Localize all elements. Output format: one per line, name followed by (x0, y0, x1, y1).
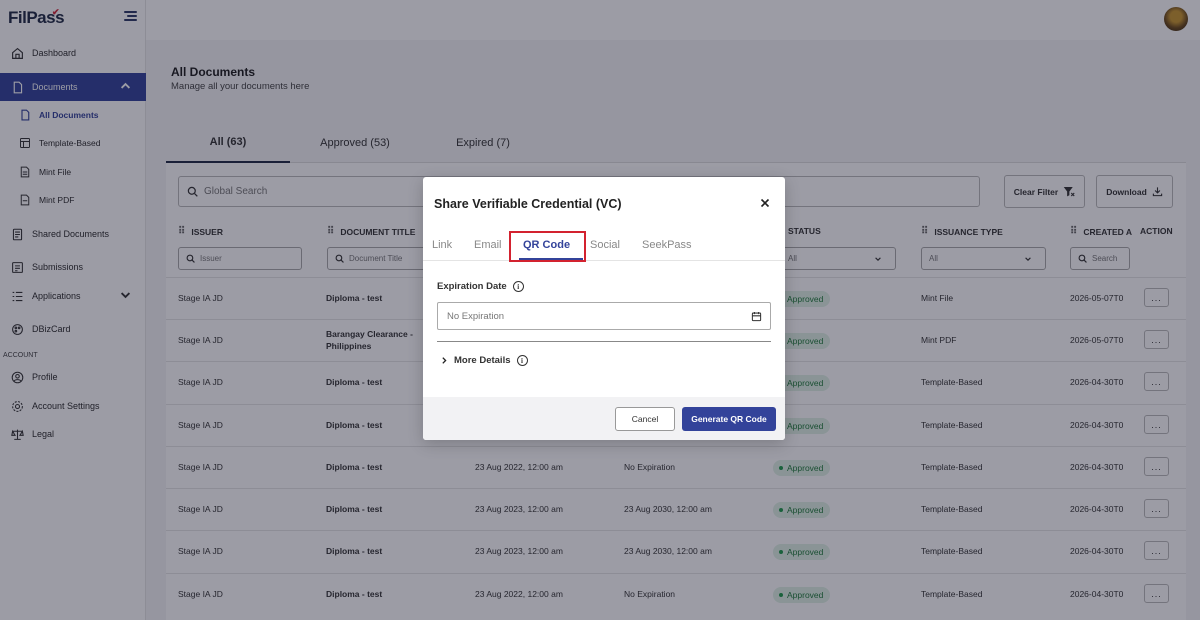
tab-social[interactable]: Social (590, 239, 620, 251)
generate-qr-code-button[interactable]: Generate QR Code (682, 407, 776, 431)
expiration-label-text: Expiration Date (437, 281, 507, 292)
modal-title: Share Verifiable Credential (VC) (434, 197, 622, 211)
tab-email[interactable]: Email (474, 239, 502, 251)
info-icon[interactable]: i (516, 355, 528, 366)
tab-seekpass[interactable]: SeekPass (642, 239, 692, 251)
more-details-toggle[interactable]: More Details i (440, 355, 528, 366)
calendar-icon[interactable] (751, 311, 762, 322)
cancel-button[interactable]: Cancel (615, 407, 675, 431)
chevron-right-icon (442, 357, 447, 364)
close-icon[interactable] (760, 198, 770, 208)
info-icon[interactable]: i (512, 281, 524, 292)
expiration-date-input[interactable]: No Expiration (437, 302, 771, 330)
tab-link[interactable]: Link (432, 239, 452, 251)
expiration-value: No Expiration (447, 310, 505, 322)
share-vc-modal: Share Verifiable Credential (VC) Link Em… (423, 177, 785, 440)
more-details-label: More Details (454, 355, 511, 366)
qr-code-tab-highlight (509, 231, 586, 262)
expiration-date-label: Expiration Date i (437, 281, 524, 292)
divider (437, 341, 771, 342)
share-method-tabs: Link Email QR Code Social SeekPass (423, 234, 785, 261)
